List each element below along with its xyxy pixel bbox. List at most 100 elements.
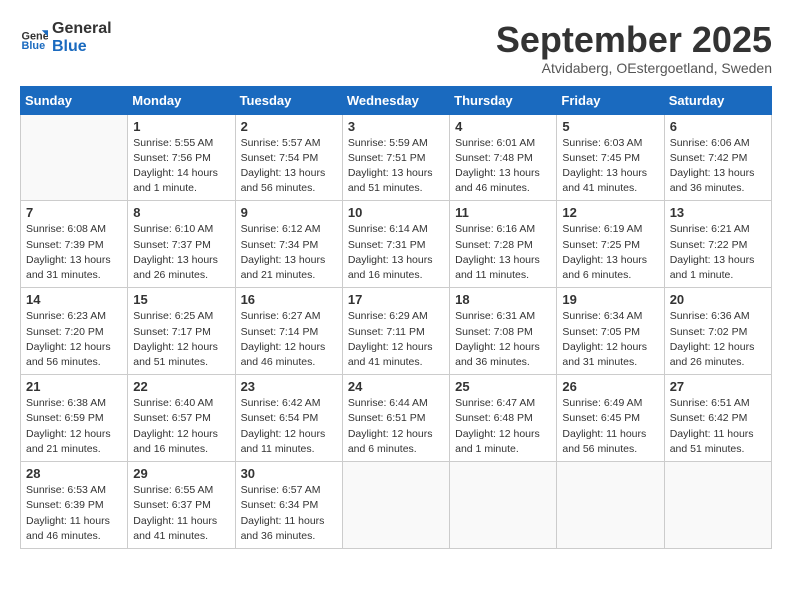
day-number: 21 xyxy=(26,379,122,394)
day-info: Sunrise: 6:44 AMSunset: 6:51 PMDaylight:… xyxy=(348,396,444,457)
day-cell xyxy=(342,462,449,549)
day-number: 30 xyxy=(241,466,337,481)
day-cell: 2 Sunrise: 5:57 AMSunset: 7:54 PMDayligh… xyxy=(235,114,342,201)
day-info: Sunrise: 6:51 AMSunset: 6:42 PMDaylight:… xyxy=(670,396,766,457)
day-info: Sunrise: 6:40 AMSunset: 6:57 PMDaylight:… xyxy=(133,396,229,457)
day-number: 2 xyxy=(241,119,337,134)
day-cell: 23 Sunrise: 6:42 AMSunset: 6:54 PMDaylig… xyxy=(235,375,342,462)
day-number: 15 xyxy=(133,292,229,307)
calendar-body: 1 Sunrise: 5:55 AMSunset: 7:56 PMDayligh… xyxy=(21,114,772,548)
day-cell: 9 Sunrise: 6:12 AMSunset: 7:34 PMDayligh… xyxy=(235,201,342,288)
day-info: Sunrise: 6:29 AMSunset: 7:11 PMDaylight:… xyxy=(348,309,444,370)
day-number: 18 xyxy=(455,292,551,307)
day-info: Sunrise: 6:38 AMSunset: 6:59 PMDaylight:… xyxy=(26,396,122,457)
day-number: 26 xyxy=(562,379,658,394)
weekday-tuesday: Tuesday xyxy=(235,86,342,114)
day-cell: 27 Sunrise: 6:51 AMSunset: 6:42 PMDaylig… xyxy=(664,375,771,462)
logo-icon: General Blue xyxy=(20,24,48,52)
week-row-1: 1 Sunrise: 5:55 AMSunset: 7:56 PMDayligh… xyxy=(21,114,772,201)
day-cell: 11 Sunrise: 6:16 AMSunset: 7:28 PMDaylig… xyxy=(450,201,557,288)
day-info: Sunrise: 6:16 AMSunset: 7:28 PMDaylight:… xyxy=(455,222,551,283)
day-info: Sunrise: 5:55 AMSunset: 7:56 PMDaylight:… xyxy=(133,136,229,197)
day-info: Sunrise: 5:57 AMSunset: 7:54 PMDaylight:… xyxy=(241,136,337,197)
day-info: Sunrise: 6:47 AMSunset: 6:48 PMDaylight:… xyxy=(455,396,551,457)
day-number: 12 xyxy=(562,205,658,220)
day-number: 16 xyxy=(241,292,337,307)
weekday-header: SundayMondayTuesdayWednesdayThursdayFrid… xyxy=(21,86,772,114)
day-number: 22 xyxy=(133,379,229,394)
day-info: Sunrise: 6:42 AMSunset: 6:54 PMDaylight:… xyxy=(241,396,337,457)
day-cell xyxy=(450,462,557,549)
day-number: 13 xyxy=(670,205,766,220)
day-cell: 26 Sunrise: 6:49 AMSunset: 6:45 PMDaylig… xyxy=(557,375,664,462)
day-cell: 19 Sunrise: 6:34 AMSunset: 7:05 PMDaylig… xyxy=(557,288,664,375)
day-cell xyxy=(664,462,771,549)
day-cell: 24 Sunrise: 6:44 AMSunset: 6:51 PMDaylig… xyxy=(342,375,449,462)
day-cell: 25 Sunrise: 6:47 AMSunset: 6:48 PMDaylig… xyxy=(450,375,557,462)
day-info: Sunrise: 6:08 AMSunset: 7:39 PMDaylight:… xyxy=(26,222,122,283)
day-number: 27 xyxy=(670,379,766,394)
day-cell: 18 Sunrise: 6:31 AMSunset: 7:08 PMDaylig… xyxy=(450,288,557,375)
day-cell: 28 Sunrise: 6:53 AMSunset: 6:39 PMDaylig… xyxy=(21,462,128,549)
week-row-5: 28 Sunrise: 6:53 AMSunset: 6:39 PMDaylig… xyxy=(21,462,772,549)
day-info: Sunrise: 6:31 AMSunset: 7:08 PMDaylight:… xyxy=(455,309,551,370)
day-number: 8 xyxy=(133,205,229,220)
day-number: 4 xyxy=(455,119,551,134)
day-info: Sunrise: 6:12 AMSunset: 7:34 PMDaylight:… xyxy=(241,222,337,283)
logo-general: General xyxy=(52,20,112,38)
day-cell: 3 Sunrise: 5:59 AMSunset: 7:51 PMDayligh… xyxy=(342,114,449,201)
day-number: 24 xyxy=(348,379,444,394)
week-row-2: 7 Sunrise: 6:08 AMSunset: 7:39 PMDayligh… xyxy=(21,201,772,288)
weekday-thursday: Thursday xyxy=(450,86,557,114)
day-number: 20 xyxy=(670,292,766,307)
weekday-saturday: Saturday xyxy=(664,86,771,114)
day-info: Sunrise: 6:55 AMSunset: 6:37 PMDaylight:… xyxy=(133,483,229,544)
logo-blue: Blue xyxy=(52,38,112,56)
weekday-wednesday: Wednesday xyxy=(342,86,449,114)
day-info: Sunrise: 6:10 AMSunset: 7:37 PMDaylight:… xyxy=(133,222,229,283)
month-title: September 2025 xyxy=(496,20,772,60)
day-number: 9 xyxy=(241,205,337,220)
day-info: Sunrise: 6:49 AMSunset: 6:45 PMDaylight:… xyxy=(562,396,658,457)
day-number: 29 xyxy=(133,466,229,481)
weekday-sunday: Sunday xyxy=(21,86,128,114)
day-cell: 4 Sunrise: 6:01 AMSunset: 7:48 PMDayligh… xyxy=(450,114,557,201)
day-cell: 13 Sunrise: 6:21 AMSunset: 7:22 PMDaylig… xyxy=(664,201,771,288)
day-cell: 22 Sunrise: 6:40 AMSunset: 6:57 PMDaylig… xyxy=(128,375,235,462)
day-number: 14 xyxy=(26,292,122,307)
day-info: Sunrise: 6:19 AMSunset: 7:25 PMDaylight:… xyxy=(562,222,658,283)
day-cell: 6 Sunrise: 6:06 AMSunset: 7:42 PMDayligh… xyxy=(664,114,771,201)
day-number: 28 xyxy=(26,466,122,481)
day-info: Sunrise: 6:53 AMSunset: 6:39 PMDaylight:… xyxy=(26,483,122,544)
day-number: 25 xyxy=(455,379,551,394)
weekday-monday: Monday xyxy=(128,86,235,114)
day-cell: 29 Sunrise: 6:55 AMSunset: 6:37 PMDaylig… xyxy=(128,462,235,549)
day-info: Sunrise: 6:57 AMSunset: 6:34 PMDaylight:… xyxy=(241,483,337,544)
svg-text:Blue: Blue xyxy=(22,39,46,51)
week-row-3: 14 Sunrise: 6:23 AMSunset: 7:20 PMDaylig… xyxy=(21,288,772,375)
day-info: Sunrise: 6:25 AMSunset: 7:17 PMDaylight:… xyxy=(133,309,229,370)
day-cell: 7 Sunrise: 6:08 AMSunset: 7:39 PMDayligh… xyxy=(21,201,128,288)
day-number: 10 xyxy=(348,205,444,220)
day-number: 6 xyxy=(670,119,766,134)
day-number: 11 xyxy=(455,205,551,220)
day-cell: 10 Sunrise: 6:14 AMSunset: 7:31 PMDaylig… xyxy=(342,201,449,288)
day-number: 1 xyxy=(133,119,229,134)
day-info: Sunrise: 6:34 AMSunset: 7:05 PMDaylight:… xyxy=(562,309,658,370)
day-cell: 12 Sunrise: 6:19 AMSunset: 7:25 PMDaylig… xyxy=(557,201,664,288)
day-cell: 14 Sunrise: 6:23 AMSunset: 7:20 PMDaylig… xyxy=(21,288,128,375)
location-title: Atvidaberg, OEstergoetland, Sweden xyxy=(496,60,772,76)
day-info: Sunrise: 6:01 AMSunset: 7:48 PMDaylight:… xyxy=(455,136,551,197)
day-info: Sunrise: 6:14 AMSunset: 7:31 PMDaylight:… xyxy=(348,222,444,283)
day-cell: 20 Sunrise: 6:36 AMSunset: 7:02 PMDaylig… xyxy=(664,288,771,375)
day-cell: 17 Sunrise: 6:29 AMSunset: 7:11 PMDaylig… xyxy=(342,288,449,375)
day-cell: 21 Sunrise: 6:38 AMSunset: 6:59 PMDaylig… xyxy=(21,375,128,462)
weekday-friday: Friday xyxy=(557,86,664,114)
day-number: 23 xyxy=(241,379,337,394)
day-cell: 5 Sunrise: 6:03 AMSunset: 7:45 PMDayligh… xyxy=(557,114,664,201)
day-info: Sunrise: 6:03 AMSunset: 7:45 PMDaylight:… xyxy=(562,136,658,197)
week-row-4: 21 Sunrise: 6:38 AMSunset: 6:59 PMDaylig… xyxy=(21,375,772,462)
day-cell: 30 Sunrise: 6:57 AMSunset: 6:34 PMDaylig… xyxy=(235,462,342,549)
logo: General Blue General Blue xyxy=(20,20,112,55)
day-number: 17 xyxy=(348,292,444,307)
